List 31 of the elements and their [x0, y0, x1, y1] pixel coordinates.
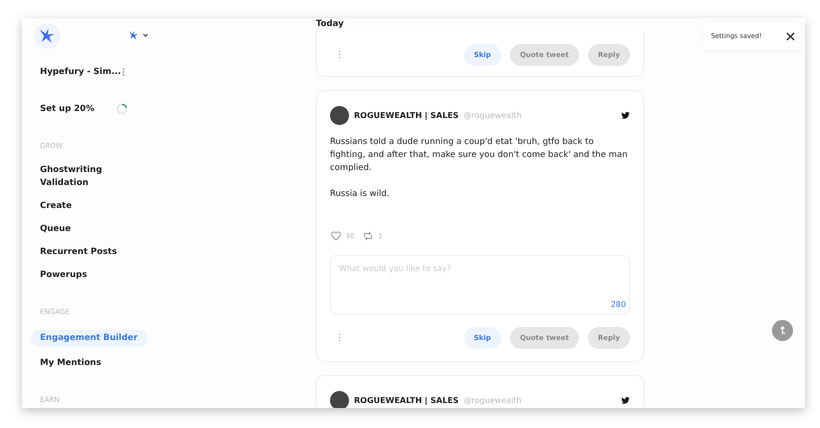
- nav-item[interactable]: Recurrent Posts: [40, 246, 120, 259]
- avatar: [330, 106, 349, 124]
- workspace-name[interactable]: Hypefury - Sim...: [40, 66, 122, 77]
- chevron-down-icon: [142, 32, 149, 40]
- bird-icon: [128, 30, 139, 42]
- twitter-bird-icon: [621, 110, 630, 120]
- tweet-text: Russians told a dude running a coup'd etat 'bruh, gtfo back to fighting, and after that, make sure you don't come back' and the man complied.: [330, 136, 628, 175]
- author-handle: @roguewealth: [464, 110, 522, 120]
- nav-item[interactable]: Queue: [40, 223, 120, 236]
- nav-item[interactable]: Engagement Builder: [31, 330, 147, 347]
- heart-icon[interactable]: [330, 230, 342, 242]
- character-count: 280: [610, 300, 626, 309]
- author-name: ROGUEWEALTH | SALES: [354, 110, 459, 120]
- scroll-to-top-button[interactable]: [772, 320, 793, 341]
- author-name: ROGUEWEALTH | SALES: [354, 396, 459, 404]
- author-handle: @roguewealth: [464, 396, 522, 404]
- tweet-text: Russia is wild.: [330, 188, 390, 201]
- kebab-icon[interactable]: [122, 66, 125, 77]
- close-icon[interactable]: [786, 32, 795, 40]
- nav-item[interactable]: Powerups: [40, 269, 120, 282]
- avatar: [330, 390, 349, 408]
- twitter-bird-icon: [621, 396, 630, 404]
- arrow-icon: [778, 326, 787, 335]
- setup-progress-label[interactable]: Set up 20%: [40, 104, 116, 114]
- retweet-icon[interactable]: [362, 230, 374, 242]
- date-heading: Today: [316, 18, 345, 30]
- nav-item[interactable]: Ghostwriting Validation: [40, 164, 120, 190]
- nav-item[interactable]: Create: [40, 200, 120, 213]
- account-switcher[interactable]: [128, 30, 149, 42]
- nav-item[interactable]: My Mentions: [40, 357, 120, 370]
- logo-icon[interactable]: [34, 22, 60, 49]
